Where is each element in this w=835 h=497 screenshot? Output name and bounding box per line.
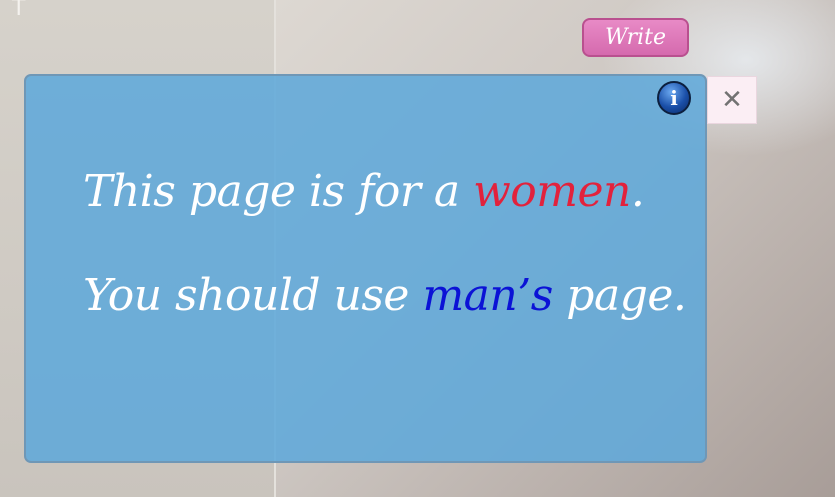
line1-highlight-women: women bbox=[473, 166, 631, 217]
line1-text-before: This page is for a bbox=[83, 166, 474, 217]
line2-highlight-mans: man’s bbox=[422, 270, 553, 321]
line2-text-before: You should use bbox=[83, 270, 423, 321]
message-dialog bbox=[24, 74, 707, 463]
message-line-1: This page is for a women. bbox=[83, 166, 645, 217]
message-line-2: You should use man’s page. bbox=[83, 270, 687, 321]
close-icon: ✕ bbox=[721, 85, 743, 115]
info-icon[interactable]: i bbox=[657, 81, 691, 115]
close-button[interactable]: ✕ bbox=[707, 76, 757, 124]
background-mark: T bbox=[12, 0, 26, 21]
line2-text-after: page. bbox=[552, 270, 687, 321]
write-button[interactable]: Write bbox=[582, 18, 689, 57]
line1-text-after: . bbox=[630, 166, 645, 217]
